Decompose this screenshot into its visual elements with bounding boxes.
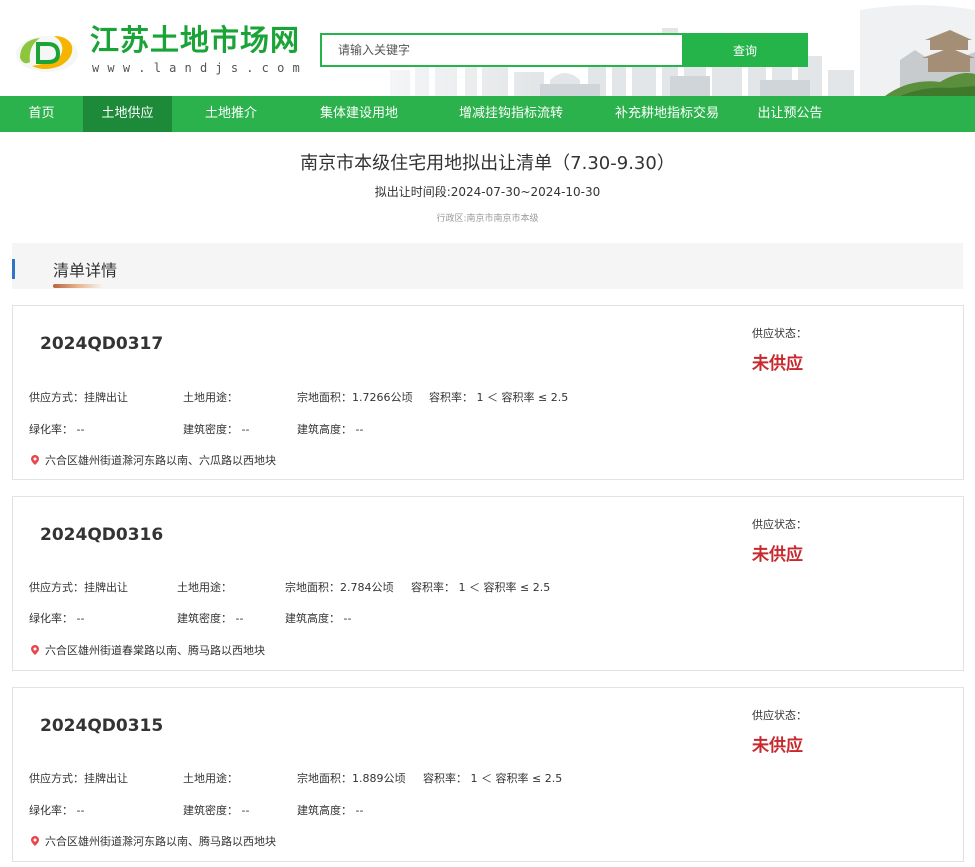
building-density: 建筑密度： -- [177, 612, 244, 625]
parcel-address-text: 六合区雄州街道滁河东路以南、腾马路以西地块 [45, 835, 276, 848]
nav-item-quota-transfer[interactable]: 增减挂钩指标流转 [428, 96, 594, 132]
section-header: 清单详情 [12, 243, 963, 289]
parcel-address-text: 六合区雄州街道滁河东路以南、六瓜路以西地块 [45, 454, 276, 467]
green-rate: 绿化率： -- [29, 612, 85, 625]
parcel-address-text: 六合区雄州街道春棠路以南、腾马路以西地块 [45, 644, 265, 657]
parcel-card[interactable]: 2024QD0317 供应状态： 未供应 供应方式：挂牌出让 土地用途： 宗地面… [12, 305, 964, 480]
parcel-area: 宗地面积：2.784公顷 [285, 581, 394, 594]
landjs-logo-icon [16, 36, 78, 72]
building-density: 建筑密度： -- [183, 423, 250, 436]
plot-ratio: 容积率： 1 ＜ 容积率 ≤ 2.5 [411, 581, 551, 594]
status-badge: 未供应 [752, 354, 803, 374]
section-accent-bar [12, 259, 15, 279]
section-title: 清单详情 [53, 261, 118, 280]
main-nav: 首页 土地供应 土地推介 集体建设用地 增减挂钩指标流转 补充耕地指标交易 出让… [0, 96, 975, 132]
nav-item-farmland-quota-trade[interactable]: 补充耕地指标交易 [594, 96, 740, 132]
land-use: 土地用途： [177, 581, 232, 594]
parcel-code[interactable]: 2024QD0315 [40, 715, 163, 737]
nav-item-pre-announcement[interactable]: 出让预公告 [740, 96, 840, 132]
land-use: 土地用途： [183, 391, 238, 404]
plot-ratio: 容积率： 1 ＜ 容积率 ≤ 2.5 [429, 391, 569, 404]
administrative-region: 行政区:南京市南京市本级 [436, 214, 539, 224]
section-underline [53, 284, 103, 288]
location-pin-icon [31, 836, 39, 846]
green-rate: 绿化率： -- [29, 804, 85, 817]
parcel-code[interactable]: 2024QD0316 [40, 524, 163, 546]
supply-method: 供应方式：挂牌出让 [29, 581, 128, 594]
search-input[interactable] [320, 33, 682, 67]
parcel-card[interactable]: 2024QD0316 供应状态： 未供应 供应方式：挂牌出让 土地用途： 宗地面… [12, 496, 964, 671]
status-badge: 未供应 [752, 736, 803, 756]
status-badge: 未供应 [752, 545, 803, 565]
nav-item-land-supply[interactable]: 土地供应 [83, 96, 172, 132]
parcel-address: 六合区雄州街道滁河东路以南、腾马路以西地块 [31, 835, 276, 849]
status-label: 供应状态： [752, 709, 807, 722]
land-use: 土地用途： [183, 772, 238, 785]
supply-method: 供应方式：挂牌出让 [29, 391, 128, 404]
building-density: 建筑密度： -- [183, 804, 250, 817]
nav-item-land-promotion[interactable]: 土地推介 [172, 96, 290, 132]
parcel-address: 六合区雄州街道滁河东路以南、六瓜路以西地块 [31, 454, 276, 468]
location-pin-icon [31, 455, 39, 465]
site-header: 江苏土地市场网 www.landjs.com 查询 [0, 0, 975, 96]
transfer-period: 拟出让时间段:2024-07-30~2024-10-30 [374, 185, 601, 199]
supply-method: 供应方式：挂牌出让 [29, 772, 128, 785]
building-height: 建筑高度： -- [285, 612, 352, 625]
parcel-code[interactable]: 2024QD0317 [40, 333, 163, 355]
building-height: 建筑高度： -- [297, 423, 364, 436]
parcel-address: 六合区雄州街道春棠路以南、腾马路以西地块 [31, 644, 265, 658]
nav-item-home[interactable]: 首页 [0, 96, 83, 132]
green-rate: 绿化率： -- [29, 423, 85, 436]
site-name: 江苏土地市场网 [90, 23, 301, 57]
status-label: 供应状态： [752, 518, 807, 531]
page-title: 南京市本级住宅用地拟出让清单（7.30-9.30） [300, 153, 675, 174]
status-label: 供应状态： [752, 327, 807, 340]
parcel-card[interactable]: 2024QD0315 供应状态： 未供应 供应方式：挂牌出让 土地用途： 宗地面… [12, 687, 964, 862]
site-domain: www.landjs.com [92, 61, 308, 75]
parcel-area: 宗地面积：1.7266公顷 [297, 391, 413, 404]
parcel-area: 宗地面积：1.889公顷 [297, 772, 406, 785]
location-pin-icon [31, 645, 39, 655]
nav-item-collective-land[interactable]: 集体建设用地 [290, 96, 428, 132]
plot-ratio: 容积率： 1 ＜ 容积率 ≤ 2.5 [423, 772, 563, 785]
building-height: 建筑高度： -- [297, 804, 364, 817]
search-button[interactable]: 查询 [682, 33, 808, 67]
